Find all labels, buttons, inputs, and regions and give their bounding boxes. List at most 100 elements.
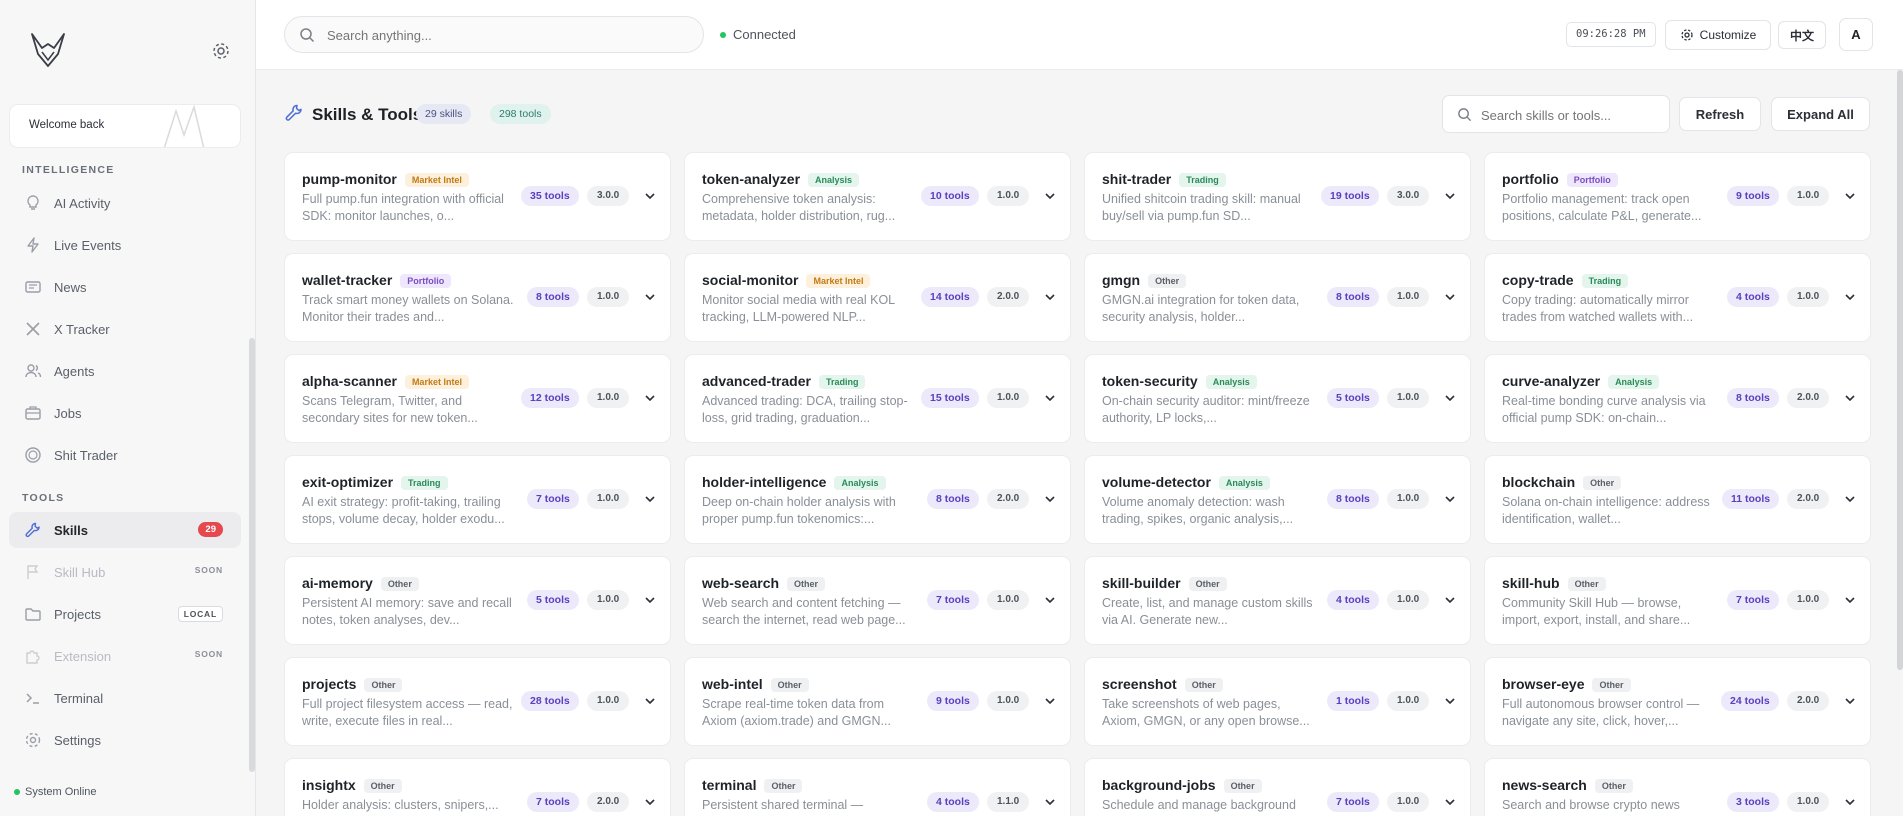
chevron-down-icon[interactable]: [643, 189, 657, 203]
chevron-down-icon[interactable]: [643, 290, 657, 304]
chevron-down-icon[interactable]: [643, 593, 657, 607]
chevron-down-icon[interactable]: [643, 795, 657, 809]
skill-card[interactable]: web-search Other Web search and content f…: [684, 556, 1071, 645]
chevron-down-icon[interactable]: [1043, 189, 1057, 203]
chevron-down-icon[interactable]: [1443, 795, 1457, 809]
chevron-down-icon[interactable]: [1843, 593, 1857, 607]
nav-terminal[interactable]: Terminal: [9, 680, 241, 716]
skill-card[interactable]: copy-trade Trading Copy trading: automati…: [1484, 253, 1871, 342]
chevron-down-icon[interactable]: [1043, 391, 1057, 405]
chevron-down-icon[interactable]: [1043, 492, 1057, 506]
language-button[interactable]: 中文: [1778, 21, 1826, 49]
chevron-down-icon[interactable]: [1043, 694, 1057, 708]
global-search-input[interactable]: [327, 26, 687, 44]
chevron-down-icon[interactable]: [643, 391, 657, 405]
skill-name-text: portfolio: [1502, 171, 1559, 187]
skill-card[interactable]: shit-trader Trading Unified shitcoin trad…: [1084, 152, 1471, 241]
skill-card[interactable]: projects Other Full project filesystem ac…: [284, 657, 671, 746]
skills-search[interactable]: [1442, 95, 1670, 133]
refresh-button[interactable]: Refresh: [1679, 97, 1761, 131]
nav-label: Skills: [54, 523, 88, 538]
skill-name-text: shit-trader: [1102, 171, 1172, 187]
nav-label: Agents: [54, 364, 95, 379]
skill-card[interactable]: advanced-trader Trading Advanced trading:…: [684, 354, 1071, 443]
skill-name-text: copy-trade: [1502, 272, 1574, 288]
skill-card[interactable]: alpha-scanner Market Intel Scans Telegram…: [284, 354, 671, 443]
skill-card[interactable]: skill-builder Other Create, list, and man…: [1084, 556, 1471, 645]
chevron-down-icon[interactable]: [1843, 290, 1857, 304]
skill-card[interactable]: portfolio Portfolio Portfolio management:…: [1484, 152, 1871, 241]
skill-card[interactable]: volume-detector Analysis Volume anomaly d…: [1084, 455, 1471, 544]
chevron-down-icon[interactable]: [1443, 189, 1457, 203]
skill-category-tag: Portfolio: [400, 274, 452, 288]
main-scrollbar[interactable]: [1897, 70, 1903, 670]
nav-projects[interactable]: Projects LOCAL: [9, 596, 241, 632]
nav-news[interactable]: News: [9, 269, 241, 305]
chevron-down-icon[interactable]: [1443, 694, 1457, 708]
chevron-down-icon[interactable]: [1843, 795, 1857, 809]
skill-card[interactable]: social-monitor Market Intel Monitor socia…: [684, 253, 1071, 342]
nav-live-events[interactable]: Live Events: [9, 227, 241, 263]
skill-card[interactable]: browser-eye Other Full autonomous browser…: [1484, 657, 1871, 746]
chevron-down-icon[interactable]: [1843, 694, 1857, 708]
skill-category-tag: Portfolio: [1566, 173, 1618, 187]
skill-card[interactable]: blockchain Other Solana on-chain intellig…: [1484, 455, 1871, 544]
skill-card[interactable]: terminal Other Persistent shared terminal…: [684, 758, 1071, 816]
skill-card[interactable]: token-analyzer Analysis Comprehensive tok…: [684, 152, 1071, 241]
skills-search-input[interactable]: [1481, 106, 1661, 124]
nav-x-tracker[interactable]: X Tracker: [9, 311, 241, 347]
skill-card[interactable]: insightx Other Holder analysis: clusters,…: [284, 758, 671, 816]
skill-card[interactable]: screenshot Other Take screenshots of web …: [1084, 657, 1471, 746]
skill-card[interactable]: background-jobs Other Schedule and manage…: [1084, 758, 1471, 816]
skill-card[interactable]: skill-hub Other Community Skill Hub — bro…: [1484, 556, 1871, 645]
nav-settings[interactable]: Settings: [9, 722, 241, 758]
skill-name-text: token-analyzer: [702, 171, 801, 187]
customize-button[interactable]: Customize: [1665, 20, 1771, 50]
skill-card[interactable]: token-security Analysis On-chain security…: [1084, 354, 1471, 443]
skill-name-text: blockchain: [1502, 474, 1576, 490]
welcome-card: Welcome back: [9, 104, 241, 148]
skill-card[interactable]: web-intel Other Scrape real-time token da…: [684, 657, 1071, 746]
logo-icon: [31, 33, 65, 67]
skill-category-tag: Other: [380, 577, 419, 591]
chevron-down-icon[interactable]: [1043, 290, 1057, 304]
skill-name-text: web-intel: [702, 676, 763, 692]
avatar[interactable]: A: [1839, 18, 1873, 51]
skill-card[interactable]: holder-intelligence Analysis Deep on-chai…: [684, 455, 1071, 544]
skill-tools-count: 10 tools: [921, 186, 979, 206]
skill-card[interactable]: exit-optimizer Trading AI exit strategy: …: [284, 455, 671, 544]
skill-description: Create, list, and manage custom skills v…: [1102, 596, 1313, 627]
skill-tools-count: 5 tools: [527, 590, 579, 610]
chevron-down-icon[interactable]: [1443, 492, 1457, 506]
chevron-down-icon[interactable]: [1843, 189, 1857, 203]
chevron-down-icon[interactable]: [1043, 593, 1057, 607]
chevron-down-icon[interactable]: [643, 492, 657, 506]
skill-description: Search and browse crypto news: [1502, 798, 1680, 812]
nav-shit-trader[interactable]: Shit Trader: [9, 437, 241, 473]
skill-description: On-chain security auditor: mint/freeze a…: [1102, 394, 1310, 425]
nav-label: X Tracker: [54, 322, 110, 337]
skill-card[interactable]: wallet-tracker Portfolio Track smart mone…: [284, 253, 671, 342]
skill-card[interactable]: curve-analyzer Analysis Real-time bonding…: [1484, 354, 1871, 443]
nav-ai-activity[interactable]: AI Activity: [9, 185, 241, 221]
nav-jobs[interactable]: Jobs: [9, 395, 241, 431]
chevron-down-icon[interactable]: [1443, 391, 1457, 405]
skill-card[interactable]: pump-monitor Market Intel Full pump.fun i…: [284, 152, 671, 241]
chevron-down-icon[interactable]: [1843, 492, 1857, 506]
chevron-down-icon[interactable]: [1843, 391, 1857, 405]
skill-card[interactable]: news-search Other Search and browse crypt…: [1484, 758, 1871, 816]
chevron-down-icon[interactable]: [1443, 290, 1457, 304]
chevron-down-icon[interactable]: [1043, 795, 1057, 809]
skill-card[interactable]: ai-memory Other Persistent AI memory: sav…: [284, 556, 671, 645]
nav-agents[interactable]: Agents: [9, 353, 241, 389]
sidebar-scrollbar[interactable]: [249, 338, 255, 772]
global-search[interactable]: [284, 16, 704, 53]
skill-card[interactable]: gmgn Other GMGN.ai integration for token …: [1084, 253, 1471, 342]
chevron-down-icon[interactable]: [1443, 593, 1457, 607]
expand-all-button[interactable]: Expand All: [1771, 97, 1870, 131]
skill-name-text: gmgn: [1102, 272, 1141, 288]
settings-gear-icon[interactable]: [211, 41, 231, 61]
nav-skills[interactable]: Skills 29: [9, 512, 241, 548]
skill-tools-count: 5 tools: [1327, 388, 1379, 408]
chevron-down-icon[interactable]: [643, 694, 657, 708]
